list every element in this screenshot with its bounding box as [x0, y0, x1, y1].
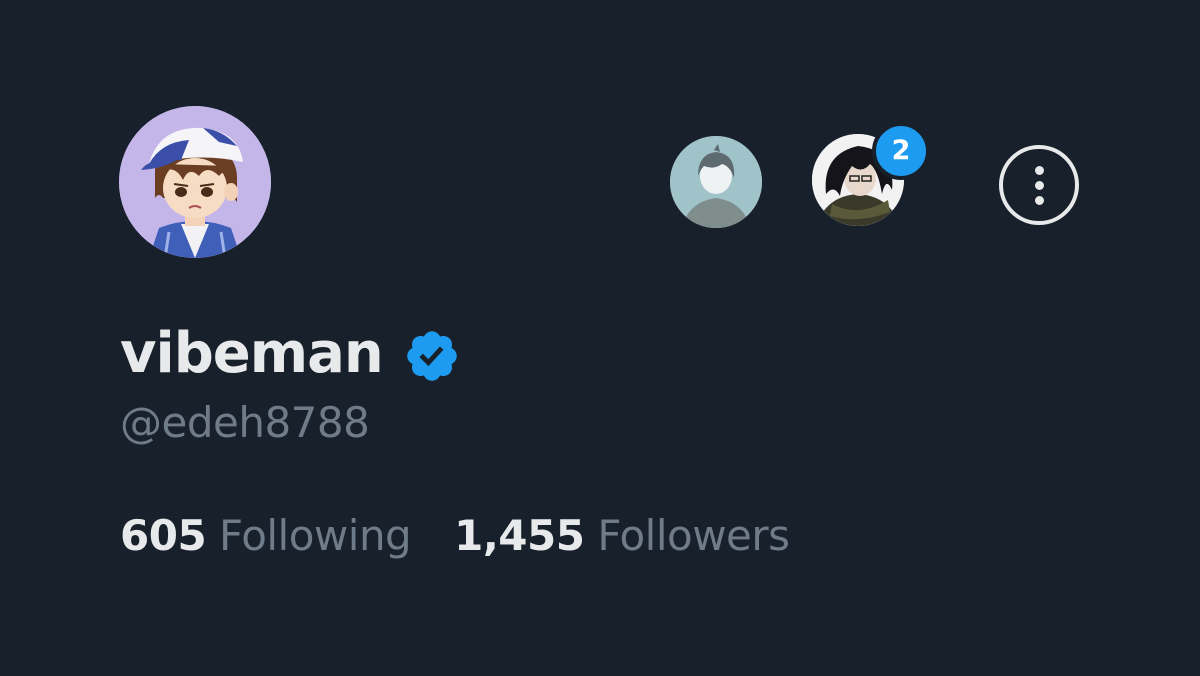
following-label: Following [219, 511, 412, 560]
more-vertical-icon [1035, 166, 1044, 175]
following-link[interactable]: 605 Following [120, 511, 424, 560]
followers-link[interactable]: 1,455 Followers [454, 511, 790, 560]
display-name: vibeman [120, 321, 384, 386]
cartoon-avatar-image [119, 106, 271, 258]
more-options-button[interactable] [999, 145, 1079, 225]
anime-boy-avatar-image [670, 136, 762, 228]
more-vertical-icon-dot [1035, 181, 1044, 190]
profile-stats: 605 Following 1,455 Followers [120, 508, 790, 564]
followers-count: 1,455 [454, 511, 585, 560]
verified-badge-icon[interactable] [403, 327, 461, 385]
following-count: 605 [120, 511, 207, 560]
notification-count-badge: 2 [872, 122, 930, 180]
name-row: vibeman [120, 318, 461, 390]
profile-header: 2 vibeman @edeh8788 605 Following 1,455 … [0, 0, 1200, 676]
followers-label: Followers [597, 511, 790, 560]
account-switch-avatar[interactable] [670, 136, 762, 228]
more-vertical-icon-dot [1035, 196, 1044, 205]
profile-avatar[interactable] [119, 106, 271, 258]
user-handle: @edeh8788 [120, 398, 370, 447]
